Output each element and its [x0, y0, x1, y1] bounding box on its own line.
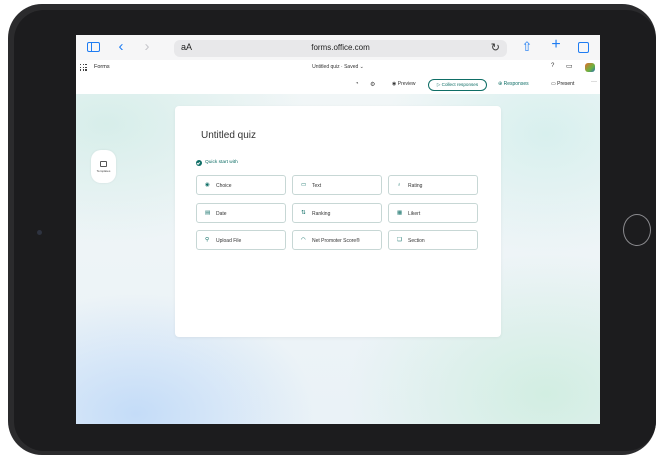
option-label: Net Promoter Score®: [312, 238, 360, 244]
option-likert-button[interactable]: ▦ Likert: [388, 203, 478, 223]
option-label: Section: [408, 238, 425, 244]
sidebar-toggle-icon[interactable]: [87, 42, 100, 52]
present-button[interactable]: ▭ Present: [551, 81, 574, 87]
option-label: Text: [312, 183, 322, 189]
document-title[interactable]: Untitled quiz · Saved ⌄: [76, 64, 600, 70]
rating-hand-icon: ♁: [397, 182, 402, 188]
choice-radio-icon: ◉: [205, 182, 210, 188]
option-label: Date: [216, 211, 227, 217]
option-label: Ranking: [312, 211, 331, 217]
feedback-icon[interactable]: ▭: [566, 62, 573, 70]
account-avatar[interactable]: [585, 63, 595, 72]
new-tab-icon[interactable]: +: [550, 37, 562, 53]
text-box-icon: ▭: [301, 182, 307, 188]
safari-toolbar: ‹ › aA forms.office.com ↻ ⇧ +: [76, 35, 600, 60]
url-text: forms.office.com: [311, 43, 370, 52]
address-bar[interactable]: aA forms.office.com ↻: [174, 40, 507, 57]
share-icon[interactable]: ⇧: [521, 40, 533, 54]
settings-gear-icon[interactable]: ⚙: [370, 81, 375, 88]
option-net-promoter-score-button[interactable]: ◠ Net Promoter Score®: [292, 230, 382, 250]
templates-label: Templates: [96, 169, 111, 173]
responses-tab[interactable]: ⊕ Responses: [498, 81, 529, 87]
forms-header: Forms Untitled quiz · Saved ⌄ ? ▭: [76, 60, 600, 76]
likert-grid-icon: ▦: [397, 210, 403, 216]
tab-overview-icon[interactable]: [578, 42, 589, 53]
check-circle-icon: [196, 160, 202, 166]
forms-toolbar: ◔ ⚙ ◉ Preview ▷ Collect responses ⊕ Resp…: [76, 76, 600, 94]
option-ranking-button[interactable]: ⇅ Ranking: [292, 203, 382, 223]
quiz-title[interactable]: Untitled quiz: [201, 130, 256, 141]
option-label: Upload File: [216, 238, 242, 244]
front-camera: [37, 230, 42, 235]
option-label: Likert: [408, 211, 421, 217]
back-button[interactable]: ‹: [116, 39, 126, 54]
home-button[interactable]: [623, 214, 651, 246]
option-label: Rating: [408, 183, 423, 189]
collect-responses-button[interactable]: ▷ Collect responses: [428, 78, 487, 91]
option-rating-button[interactable]: ♁ Rating: [388, 175, 478, 195]
gauge-icon: ◠: [301, 237, 306, 243]
form-canvas: Templates Untitled quiz Quick start with…: [76, 94, 600, 424]
forward-button[interactable]: ›: [142, 39, 152, 54]
option-label: Choice: [216, 183, 232, 189]
calendar-icon: ▤: [205, 210, 211, 216]
option-choice-button[interactable]: ◉ Choice: [196, 175, 286, 195]
help-icon[interactable]: ?: [551, 63, 554, 69]
ranking-arrows-icon: ⇅: [301, 210, 306, 216]
section-icon: ❏: [397, 237, 402, 243]
templates-icon: [100, 161, 107, 167]
option-upload-file-button[interactable]: ⚲ Upload File: [196, 230, 286, 250]
more-options-icon[interactable]: ···: [591, 79, 597, 85]
theme-icon[interactable]: ◔: [355, 81, 359, 87]
templates-button[interactable]: Templates: [91, 150, 116, 183]
ipad-screen: ‹ › aA forms.office.com ↻ ⇧ + Forms Unti…: [76, 35, 600, 424]
quick-start-label: Quick start with: [205, 160, 238, 165]
option-section-button[interactable]: ❏ Section: [388, 230, 478, 250]
preview-button[interactable]: ◉ Preview: [392, 81, 416, 87]
reload-icon[interactable]: ↻: [491, 41, 500, 54]
option-date-button[interactable]: ▤ Date: [196, 203, 286, 223]
upload-pin-icon: ⚲: [205, 237, 210, 243]
quiz-card: Untitled quiz Quick start with ◉ Choice …: [175, 106, 501, 337]
option-text-button[interactable]: ▭ Text: [292, 175, 382, 195]
